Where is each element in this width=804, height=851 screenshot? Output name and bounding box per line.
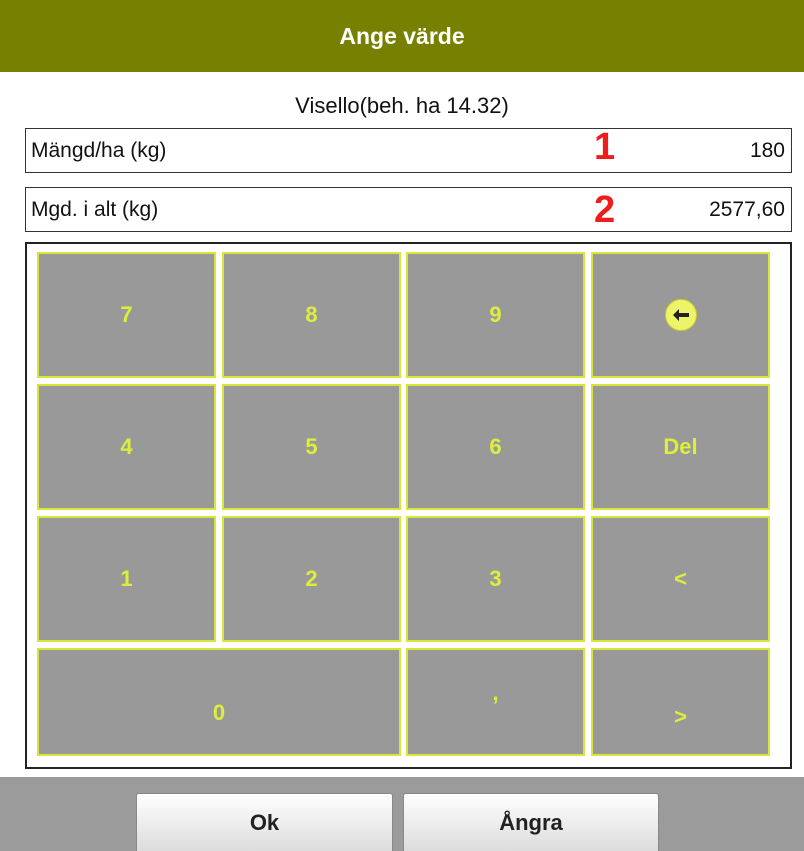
undo-button[interactable]: Ångra xyxy=(403,793,659,851)
amount-per-ha-value: 180 xyxy=(749,139,785,162)
field-marker-1: 1 xyxy=(594,126,616,168)
key-3[interactable]: 3 xyxy=(406,516,585,642)
amount-per-ha-field[interactable]: Mängd/ha (kg) 1 180 xyxy=(25,126,792,173)
arrow-left-circle-icon xyxy=(664,299,697,331)
key-0[interactable]: 0 xyxy=(37,648,401,756)
key-5[interactable]: 5 xyxy=(222,384,401,510)
total-amount-label: Mgd. i alt (kg) xyxy=(31,198,159,221)
cursor-left-key[interactable]: < xyxy=(591,516,770,642)
key-1[interactable]: 1 xyxy=(37,516,216,642)
amount-per-ha-label: Mängd/ha (kg) xyxy=(31,139,167,162)
delete-key[interactable]: Del xyxy=(591,384,770,510)
backspace-key[interactable] xyxy=(591,252,770,378)
decimal-comma-key[interactable]: , xyxy=(406,648,585,756)
product-subtitle: Visello(beh. ha 14.32) xyxy=(295,93,509,118)
key-7[interactable]: 7 xyxy=(37,252,216,378)
cursor-right-key[interactable]: > xyxy=(591,648,770,756)
key-2[interactable]: 2 xyxy=(222,516,401,642)
dialog-title: Ange värde xyxy=(339,22,465,49)
key-4[interactable]: 4 xyxy=(37,384,216,510)
total-amount-value: 2577,60 xyxy=(709,198,785,221)
dialog-footer: Ok Ångra xyxy=(0,777,804,851)
total-amount-field[interactable]: Mgd. i alt (kg) 2 2577,60 xyxy=(25,187,792,232)
field-marker-2: 2 xyxy=(594,189,616,231)
ok-button[interactable]: Ok xyxy=(136,793,393,851)
dialog-header: Ange värde xyxy=(0,0,804,72)
key-8[interactable]: 8 xyxy=(222,252,401,378)
key-6[interactable]: 6 xyxy=(406,384,585,510)
numeric-keypad: 7 8 9 4 5 6 Del 1 2 3 < 0 , > xyxy=(25,242,792,769)
key-9[interactable]: 9 xyxy=(406,252,585,378)
